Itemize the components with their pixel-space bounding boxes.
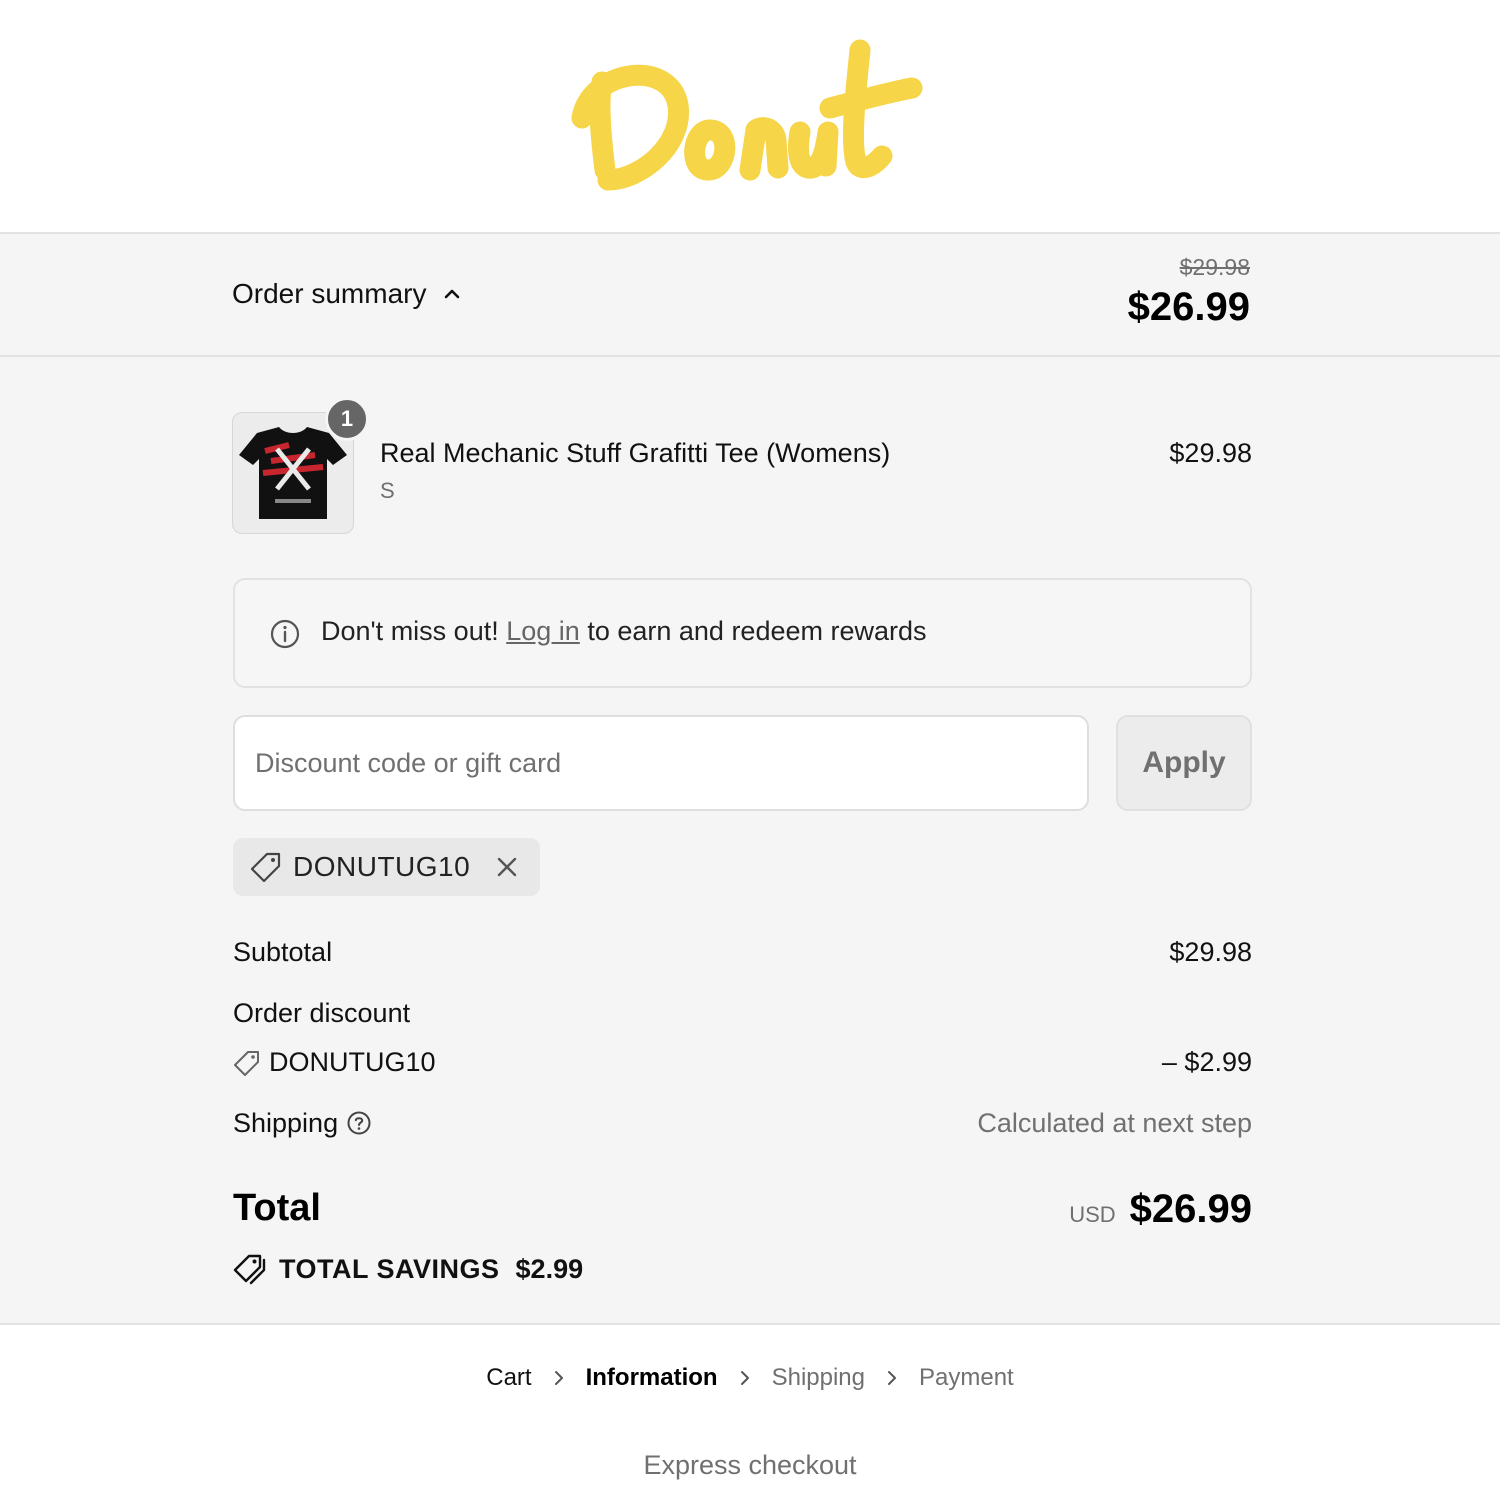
order-summary-bar: Order summary $29.98 $26.99 <box>0 232 1500 357</box>
donut-logo[interactable] <box>560 30 930 205</box>
express-checkout-label: Express checkout <box>643 1450 857 1480</box>
product-variant: S <box>380 478 395 503</box>
chevron-up-icon <box>445 289 460 299</box>
product-name: Real Mechanic Stuff Grafitti Tee (Womens… <box>380 438 891 468</box>
login-link[interactable]: Log in <box>506 616 580 646</box>
line-item: 1 Real Mechanic Stuff Grafitti Tee (Wome… <box>232 397 1252 534</box>
close-icon[interactable] <box>494 854 520 880</box>
order-discount-code-text: DONUTUG10 <box>269 1047 436 1077</box>
shipping-value: Calculated at next step <box>977 1108 1252 1138</box>
apply-button[interactable]: Apply <box>1116 715 1252 811</box>
applied-discount-chip: DONUTUG10 <box>233 838 541 896</box>
total-label: Total <box>233 1187 321 1229</box>
breadcrumb-payment: Payment <box>919 1364 1014 1391</box>
original-total: $29.98 <box>1179 254 1250 280</box>
subtotal-value: $29.98 <box>1169 937 1252 967</box>
order-discount-label: Order discount <box>233 998 411 1028</box>
breadcrumb-shipping: Shipping <box>771 1364 866 1391</box>
rewards-banner: Don't miss out! Log in to earn and redee… <box>233 578 1252 688</box>
product-thumbnail: 1 <box>232 397 369 534</box>
rewards-prefix: Don't miss out! <box>321 616 499 646</box>
order-discount-code: DONUTUG10 <box>233 1047 436 1078</box>
total-amount-group: USD $26.99 <box>1069 1187 1252 1232</box>
chevron-right-icon <box>554 1371 563 1385</box>
order-discount-value: – $2.99 <box>1161 1047 1252 1077</box>
breadcrumb-information: Information <box>585 1364 718 1391</box>
tag-icon <box>250 852 281 883</box>
shipping-label: Shipping <box>233 1108 339 1138</box>
subtotal-label: Subtotal <box>233 937 333 967</box>
currency-code: USD <box>1069 1202 1116 1227</box>
breadcrumb-cart[interactable]: Cart <box>486 1364 531 1392</box>
quantity-badge: 1 <box>325 397 369 441</box>
tag-icon <box>234 1050 259 1076</box>
rewards-text: Don't miss out! Log in to earn and redee… <box>321 616 927 647</box>
tags-icon <box>233 1254 266 1285</box>
header <box>0 0 1500 232</box>
chevron-right-icon <box>740 1371 749 1385</box>
info-icon <box>270 619 300 649</box>
summary-total: $26.99 <box>1127 285 1250 329</box>
help-icon[interactable] <box>346 1110 372 1136</box>
product-price: $29.98 <box>1169 438 1252 468</box>
shipping-label-group: Shipping <box>233 1108 372 1139</box>
chevron-right-icon <box>888 1371 897 1385</box>
breadcrumb: Cart Information Shipping Payment <box>0 1364 1500 1392</box>
order-summary-toggle[interactable]: Order summary <box>232 278 462 310</box>
total-value: $26.99 <box>1129 1187 1252 1231</box>
savings-label: TOTAL SAVINGS <box>279 1253 500 1284</box>
total-savings: TOTAL SAVINGS $2.99 <box>233 1252 583 1286</box>
rewards-suffix: to earn and redeem rewards <box>587 616 927 646</box>
order-summary-panel: 1 Real Mechanic Stuff Grafitti Tee (Wome… <box>0 357 1500 1325</box>
order-summary-label: Order summary <box>232 278 427 309</box>
summary-prices: $29.98 $26.99 <box>1128 254 1250 330</box>
applied-code: DONUTUG10 <box>293 851 471 882</box>
discount-code-input[interactable] <box>233 715 1089 811</box>
savings-value: $2.99 <box>515 1253 584 1284</box>
